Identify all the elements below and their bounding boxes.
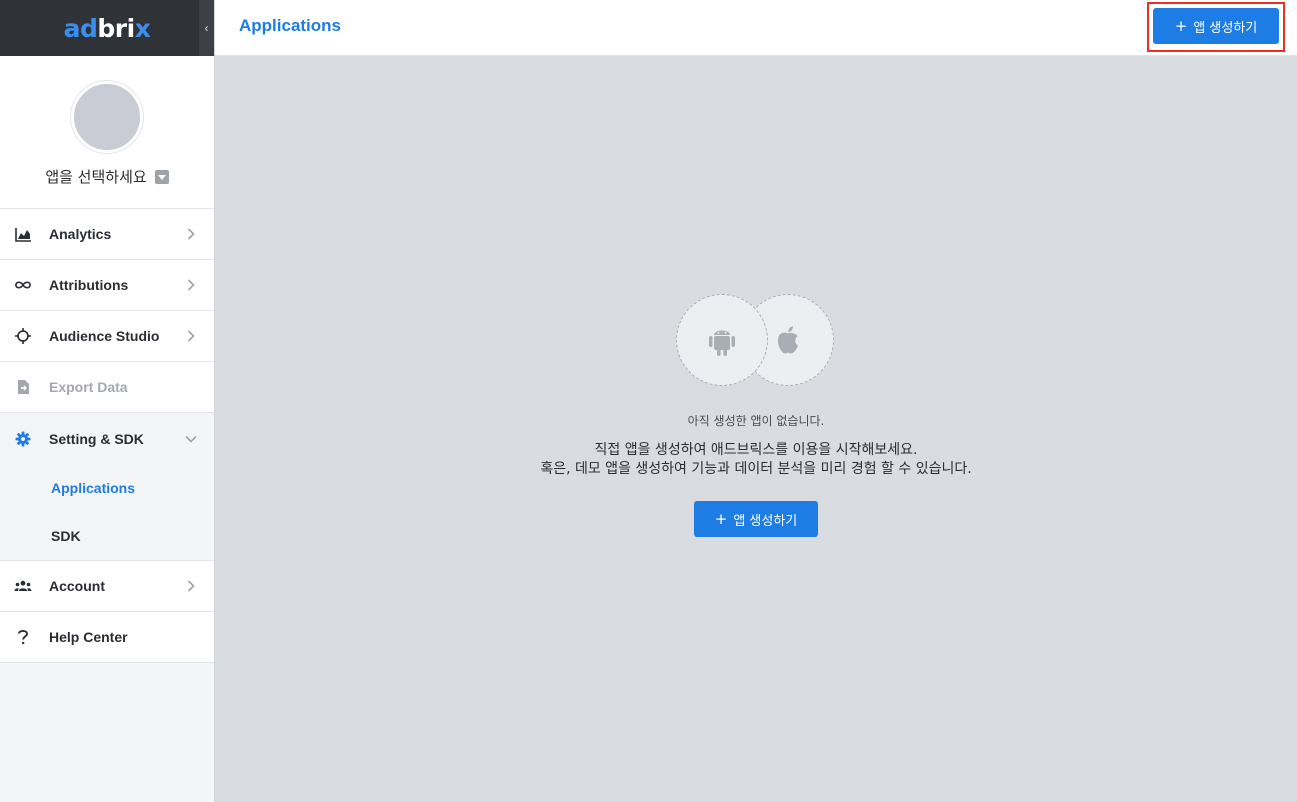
sidebar-item-label: Setting & SDK [49, 430, 144, 447]
sidebar-item-label: Account [49, 578, 105, 594]
logo-x: x [134, 13, 151, 43]
file-export-icon [14, 378, 32, 396]
sidebar-item-label: Attributions [49, 277, 129, 293]
sidebar-item-label: Export Data [49, 379, 128, 395]
sidebar-item-setting-sdk[interactable]: Setting & SDK [0, 413, 214, 464]
caret-down-icon [154, 169, 169, 184]
logo-bri: bri [97, 13, 135, 43]
app-selector: 앱을 선택하세요 [0, 56, 214, 209]
area-chart-icon [14, 225, 32, 243]
chevron-left-icon: ‹ [204, 21, 209, 35]
chevron-right-icon [184, 579, 198, 593]
sidebar-item-label: Audience Studio [49, 328, 160, 344]
sidebar-subitem-applications[interactable]: Applications [0, 464, 214, 512]
main-content: 아직 생성한 앱이 없습니다. 직접 앱을 생성하여 애드브릭스를 이용을 시작… [215, 56, 1297, 802]
app-avatar [71, 81, 143, 153]
plus-icon: + [1174, 16, 1188, 35]
empty-create-app-button[interactable]: + 앱 생성하기 [694, 501, 818, 537]
android-icon [676, 294, 768, 386]
create-app-label: 앱 생성하기 [1193, 20, 1258, 36]
sidebar-item-export-data[interactable]: Export Data [0, 362, 214, 413]
top-header: Applications + 앱 생성하기 [215, 0, 1297, 56]
sidebar-item-attributions[interactable]: Attributions [0, 260, 214, 311]
chevron-right-icon [184, 278, 198, 292]
adbrix-logo[interactable]: adbrix [64, 14, 151, 43]
app-select-dropdown[interactable]: 앱을 선택하세요 [45, 166, 169, 187]
chevron-down-icon [184, 432, 198, 446]
infinity-icon [14, 276, 32, 294]
crosshair-icon [14, 327, 32, 345]
sidebar-collapse-button[interactable]: ‹ [199, 0, 214, 56]
create-app-highlight: + 앱 생성하기 [1147, 2, 1285, 52]
sidebar-item-help-center[interactable]: Help Center [0, 612, 214, 663]
app-select-label: 앱을 선택하세요 [45, 168, 147, 186]
users-icon [14, 577, 32, 595]
page-title: Applications [239, 16, 342, 35]
empty-state-line-1: 직접 앱을 생성하여 애드브릭스를 이용을 시작해보세요. [594, 442, 918, 458]
empty-create-wrap: + 앱 생성하기 [694, 501, 818, 537]
chevron-right-icon [184, 329, 198, 343]
sidebar-subitem-sdk[interactable]: SDK [0, 512, 214, 560]
sidebar-item-account[interactable]: Account [0, 561, 214, 612]
sidebar-nav: Analytics Attributions Audience Studio E… [0, 209, 214, 663]
empty-state-description: 직접 앱을 생성하여 애드브릭스를 이용을 시작해보세요. 혹은, 데모 앱을 … [215, 441, 1297, 479]
chevron-right-icon [184, 227, 198, 241]
brand-bar: adbrix ‹ [0, 0, 214, 56]
plus-icon: + [714, 509, 728, 528]
empty-state-line-2: 혹은, 데모 앱을 생성하여 기능과 데이터 분석을 미리 경험 할 수 있습니… [540, 461, 972, 477]
gear-icon [14, 430, 32, 448]
create-app-label: 앱 생성하기 [733, 513, 798, 529]
logo-ad: ad [63, 13, 98, 43]
sidebar: adbrix ‹ 앱을 선택하세요 Analytics Attributions [0, 0, 215, 802]
sidebar-item-label: Help Center [49, 629, 128, 645]
empty-state-title: 아직 생성한 앱이 없습니다. [687, 414, 825, 428]
sidebar-item-label: Analytics [49, 226, 112, 242]
sidebar-item-analytics[interactable]: Analytics [0, 209, 214, 260]
create-app-button[interactable]: + 앱 생성하기 [1153, 8, 1279, 44]
empty-state: 아직 생성한 앱이 없습니다. 직접 앱을 생성하여 애드브릭스를 이용을 시작… [215, 294, 1297, 537]
setting-sdk-submenu: Applications SDK [0, 464, 214, 561]
platform-circles [676, 294, 836, 388]
question-icon [14, 628, 32, 646]
sidebar-item-audience-studio[interactable]: Audience Studio [0, 311, 214, 362]
